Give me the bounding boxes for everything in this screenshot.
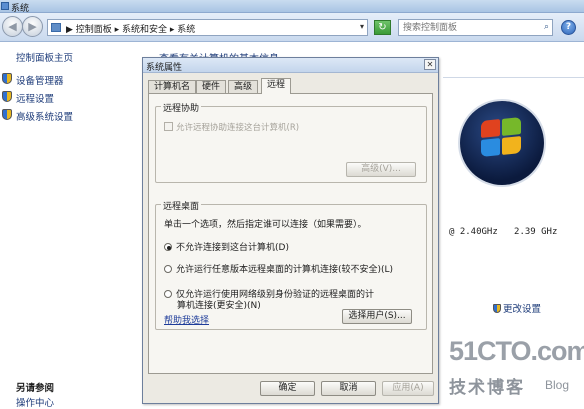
radio-allow-any-version[interactable]: 允许运行任意版本远程桌面的计算机连接(较不安全)(L) (164, 262, 393, 275)
tab-remote[interactable]: 远程 (261, 78, 292, 94)
link-label: 设备管理器 (16, 76, 64, 87)
control-panel-icon (51, 23, 61, 32)
link-label: 更改设置 (503, 304, 542, 315)
checkbox-label: 允许远程协助连接这台计算机(R) (176, 123, 300, 133)
tab-strip: 计算机名 硬件 高级 远程 (148, 78, 433, 94)
watermark-blog-en: Blog (545, 378, 570, 392)
chevron-down-icon[interactable]: ▾ (360, 22, 364, 31)
window-titlebar: 系统 (0, 0, 584, 14)
close-button[interactable]: ✕ (424, 59, 436, 70)
radio-label: 允许运行任意版本远程桌面的计算机连接(较不安全)(L) (176, 265, 394, 275)
tab-advanced[interactable]: 高级 (228, 80, 259, 93)
left-pane: 控制面板主页 设备管理器 远程设置 高级系统设置 另请参阅 操作中心 (0, 43, 143, 409)
computer-icon (1, 2, 9, 10)
radio-dot[interactable] (164, 290, 172, 298)
windows-logo-icon (460, 101, 544, 185)
group-label: 远程协助 (161, 101, 202, 114)
remote-tab-panel: 远程协助 允许远程协助连接这台计算机(R) 高级(V)... 远程桌面 单击一个… (148, 93, 433, 374)
tab-hardware[interactable]: 硬件 (196, 80, 227, 93)
radio-dot[interactable] (164, 265, 172, 273)
tab-computer-name[interactable]: 计算机名 (148, 80, 197, 93)
dialog-titlebar[interactable]: 系统属性 ✕ (143, 58, 438, 73)
device-manager-link[interactable]: 设备管理器 (2, 73, 64, 87)
cancel-button[interactable]: 取消 (321, 381, 376, 396)
shield-icon (2, 109, 12, 120)
watermark-site: 51CTO.com (449, 336, 584, 366)
shield-icon (2, 73, 12, 84)
radio-dont-allow[interactable]: 不允许连接到这台计算机(D) (164, 240, 289, 253)
advanced-settings-link[interactable]: 高级系统设置 (2, 109, 74, 123)
advanced-button[interactable]: 高级(V)... (346, 162, 416, 177)
see-also-heading: 另请参阅 (16, 383, 55, 394)
change-settings-link[interactable]: 更改设置 (493, 301, 541, 315)
system-properties-dialog: 系统属性 ✕ 计算机名 硬件 高级 远程 远程协助 允许远程协助连接这台计算机(… (142, 57, 439, 404)
dialog-title: 系统属性 (146, 63, 183, 73)
remote-settings-link[interactable]: 远程设置 (2, 91, 55, 105)
refresh-button[interactable]: ↻ (374, 20, 391, 35)
divider (443, 77, 584, 78)
select-users-button[interactable]: 选择用户(S)... (342, 309, 412, 324)
link-label: 远程设置 (16, 94, 55, 105)
navigation-bar: ◀ ▶ ▶ 控制面板 ▸ 系统和安全 ▸ 系统 ▾ ↻ ⌕ ? (0, 13, 584, 42)
search-box[interactable]: ⌕ (398, 19, 553, 36)
checkbox-box[interactable] (164, 122, 173, 131)
control-panel-home-link[interactable]: 控制面板主页 (16, 50, 73, 64)
help-me-choose-link[interactable]: 帮助我选择 (164, 313, 209, 326)
allow-assistance-checkbox[interactable]: 允许远程协助连接这台计算机(R) (164, 121, 299, 133)
back-button[interactable]: ◀ (2, 16, 23, 37)
remote-desktop-description: 单击一个选项，然后指定谁可以连接（如果需要）。 (164, 220, 367, 230)
address-bar[interactable]: ▶ 控制面板 ▸ 系统和安全 ▸ 系统 ▾ (47, 19, 368, 36)
radio-label-continuation: 算机连接(更安全)(N) (177, 301, 261, 311)
address-path: ▶ 控制面板 ▸ 系统和安全 ▸ 系统 (66, 25, 196, 35)
link-label: 高级系统设置 (16, 112, 74, 123)
radio-dot[interactable] (164, 243, 172, 251)
action-center-link[interactable]: 操作中心 (16, 395, 54, 409)
shield-icon (2, 91, 12, 102)
processor-speed: @ 2.40GHz 2.39 GHz (449, 227, 558, 237)
watermark-blog-cn: 技术博客 (449, 378, 525, 398)
shield-icon (493, 304, 501, 313)
ok-button[interactable]: 确定 (260, 381, 315, 396)
help-button[interactable]: ? (561, 20, 576, 35)
apply-button[interactable]: 应用(A) (382, 381, 434, 396)
forward-button[interactable]: ▶ (22, 16, 43, 37)
group-label: 远程桌面 (161, 199, 202, 212)
search-icon[interactable]: ⌕ (544, 22, 549, 32)
radio-label: 不允许连接到这台计算机(D) (176, 243, 289, 253)
remote-assistance-group: 远程协助 允许远程协助连接这台计算机(R) 高级(V)... (155, 101, 427, 183)
search-input[interactable] (401, 21, 531, 34)
remote-desktop-group: 远程桌面 单击一个选项，然后指定谁可以连接（如果需要）。 不允许连接到这台计算机… (155, 199, 427, 330)
